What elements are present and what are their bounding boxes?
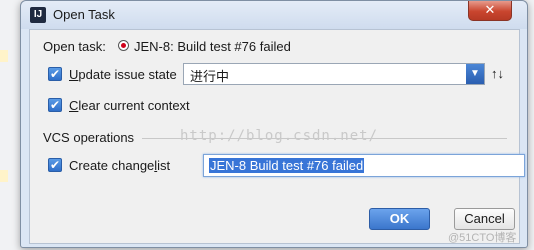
update-issue-state-label-rest: pdate issue state: [78, 67, 177, 82]
cancel-button[interactable]: Cancel: [454, 208, 515, 230]
create-changelist-label-rest: ist: [157, 158, 171, 173]
open-task-dialog: IJ Open Task ✕ Open task: JEN-8: Build t…: [20, 0, 528, 248]
clear-context-checkbox[interactable]: ✔: [48, 98, 62, 112]
corner-watermark: @51CTO博客: [448, 232, 517, 244]
create-changelist-label[interactable]: Create changelist: [69, 158, 170, 173]
dialog-content: Open task: JEN-8: Build test #76 failed …: [29, 29, 525, 244]
check-icon: ✔: [49, 98, 61, 112]
close-icon: ✕: [484, 2, 496, 17]
red-dot-icon: [118, 40, 129, 51]
issue-state-selected-value: 进行中: [190, 70, 230, 85]
issue-state-dropdown[interactable]: 进行中 ▼: [183, 63, 485, 85]
chevron-down-icon[interactable]: ▼: [466, 64, 484, 84]
window-title: Open Task: [53, 7, 115, 22]
title-bar[interactable]: IJ Open Task ✕: [21, 1, 527, 29]
changelist-name-input[interactable]: JEN-8 Build test #76 failed: [203, 154, 525, 177]
watermark-text: http://blog.csdn.net/: [180, 128, 379, 144]
close-button[interactable]: ✕: [468, 1, 512, 21]
clear-context-label[interactable]: Clear current context: [69, 98, 190, 113]
changelist-name-value: JEN-8 Build test #76 failed: [209, 158, 365, 173]
update-issue-state-label[interactable]: Update issue state: [69, 67, 177, 82]
background-marker: [0, 170, 8, 182]
create-changelist-label-prefix: Create change: [69, 158, 155, 173]
ok-button[interactable]: OK: [369, 208, 430, 230]
create-changelist-checkbox[interactable]: ✔: [48, 158, 62, 172]
mnemonic-u: U: [69, 67, 79, 82]
open-task-label: Open task:: [43, 39, 106, 54]
sort-icon[interactable]: ↑↓: [491, 66, 504, 81]
clear-context-label-rest: lear current context: [78, 98, 190, 113]
mnemonic-c: C: [69, 98, 79, 113]
intellij-app-icon: IJ: [30, 7, 46, 23]
check-icon: ✔: [49, 158, 61, 172]
update-issue-state-checkbox[interactable]: ✔: [48, 67, 62, 81]
task-name: JEN-8: Build test #76 failed: [134, 39, 291, 54]
vcs-section-label: VCS operations: [43, 130, 135, 145]
background-marker: [0, 50, 8, 62]
check-icon: ✔: [49, 67, 61, 81]
